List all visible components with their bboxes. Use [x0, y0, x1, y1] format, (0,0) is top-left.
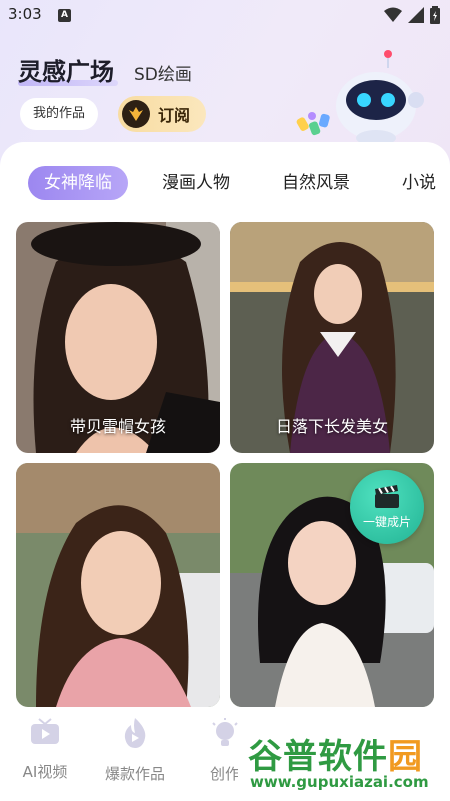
nav-label: AI视频	[22, 763, 68, 781]
status-bar: 3:03 A	[0, 0, 450, 30]
tv-icon	[31, 718, 59, 744]
nav-label: 爆款作品	[104, 765, 165, 783]
lightbulb-icon	[212, 718, 238, 746]
gallery-card[interactable]	[16, 463, 220, 707]
subscribe-button[interactable]: 订阅	[118, 96, 206, 132]
nav-ai-video[interactable]: AI视频	[10, 717, 80, 782]
subscribe-label: 订阅	[158, 106, 191, 125]
tab-novel[interactable]: 小说	[402, 166, 436, 200]
status-icons	[384, 6, 440, 24]
notification-icon: A	[58, 9, 71, 22]
watermark-name: 谷普软件园	[248, 737, 423, 777]
gallery-card[interactable]: 日落下长发美女	[230, 222, 434, 453]
card-caption: 日落下长发美女	[275, 417, 388, 436]
status-time: 3:03	[8, 5, 42, 23]
page-title: 灵感广场	[18, 58, 114, 86]
portrait-image	[16, 463, 220, 707]
battery-icon	[430, 6, 440, 24]
badge-label: 一键成片	[362, 514, 411, 529]
tab-goddess[interactable]: 女神降临	[28, 166, 128, 200]
tab-nature-landscape[interactable]: 自然风景	[282, 166, 350, 200]
clapperboard-icon	[375, 484, 399, 508]
signal-icon	[408, 7, 424, 23]
nav-hot-works[interactable]: 爆款作品	[100, 717, 170, 784]
category-tabs: 女神降临 漫画人物 自然风景 小说	[0, 166, 450, 200]
page-subtitle: SD绘画	[134, 65, 192, 85]
tab-comic-characters[interactable]: 漫画人物	[162, 166, 230, 200]
my-works-button[interactable]: 我的作品	[20, 98, 98, 130]
flame-icon	[124, 718, 146, 748]
watermark-url: www.gupuxiazai.com	[250, 773, 429, 791]
robot-mascot-icon	[296, 50, 424, 144]
watermark-logo: 谷普软件园 www.gupuxiazai.com	[238, 725, 446, 797]
wifi-icon	[384, 7, 402, 22]
card-caption: 带贝雷帽女孩	[69, 417, 166, 436]
one-click-video-button[interactable]: 一键成片	[350, 470, 424, 544]
crown-icon	[122, 100, 150, 128]
gallery-card[interactable]: 带贝雷帽女孩	[16, 222, 220, 453]
